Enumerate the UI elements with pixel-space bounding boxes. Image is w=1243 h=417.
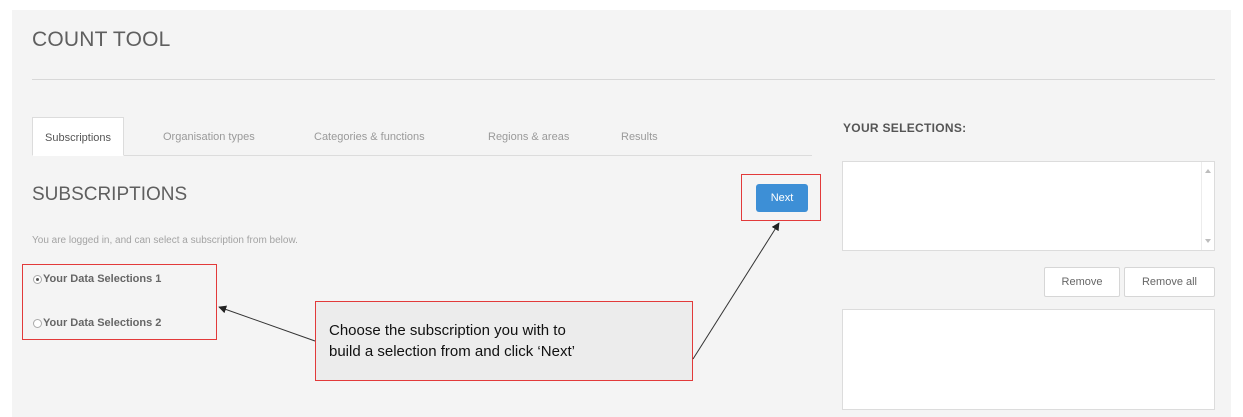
scroll-down-icon[interactable] [1205, 239, 1211, 243]
tab-subscriptions[interactable]: Subscriptions [32, 117, 125, 156]
selections-scrollbar[interactable] [1201, 162, 1214, 250]
subscription-option-label: Your Data Selections 2 [43, 317, 162, 329]
next-button[interactable]: Next [756, 184, 808, 212]
scroll-up-icon[interactable] [1205, 169, 1211, 173]
subscription-option-1[interactable]: Your Data Selections 1 [33, 273, 161, 285]
remove-all-button[interactable]: Remove all [1124, 267, 1215, 297]
selection-details-box [842, 309, 1215, 410]
selections-title: YOUR SELECTIONS: [843, 121, 967, 135]
remove-button[interactable]: Remove [1044, 267, 1120, 297]
subscription-options-highlight: Your Data Selections 1 Your Data Selecti… [22, 264, 217, 340]
title-divider [32, 79, 1215, 80]
tab-organisation-types[interactable]: Organisation types [163, 117, 255, 155]
selections-list[interactable] [842, 161, 1215, 251]
intro-text: You are logged in, and can select a subs… [32, 235, 298, 246]
section-title: SUBSCRIPTIONS [32, 184, 188, 205]
tab-categories-functions[interactable]: Categories & functions [314, 117, 425, 155]
callout-line-1: Choose the subscription you with to [329, 322, 566, 339]
subscription-option-2[interactable]: Your Data Selections 2 [33, 317, 161, 329]
next-highlight-box: Next [741, 174, 821, 221]
app-title: COUNT TOOL [32, 28, 171, 51]
instruction-callout: Choose the subscription you with to buil… [315, 301, 693, 381]
radio-unselected-icon[interactable] [33, 318, 42, 328]
tab-results[interactable]: Results [621, 117, 658, 155]
tab-bar: Subscriptions Organisation types Categor… [32, 117, 812, 156]
subscription-option-label: Your Data Selections 1 [43, 273, 162, 285]
tab-regions-areas[interactable]: Regions & areas [488, 117, 569, 155]
radio-selected-icon[interactable] [33, 274, 42, 284]
callout-line-2: build a selection from and click ‘Next’ [329, 343, 575, 360]
